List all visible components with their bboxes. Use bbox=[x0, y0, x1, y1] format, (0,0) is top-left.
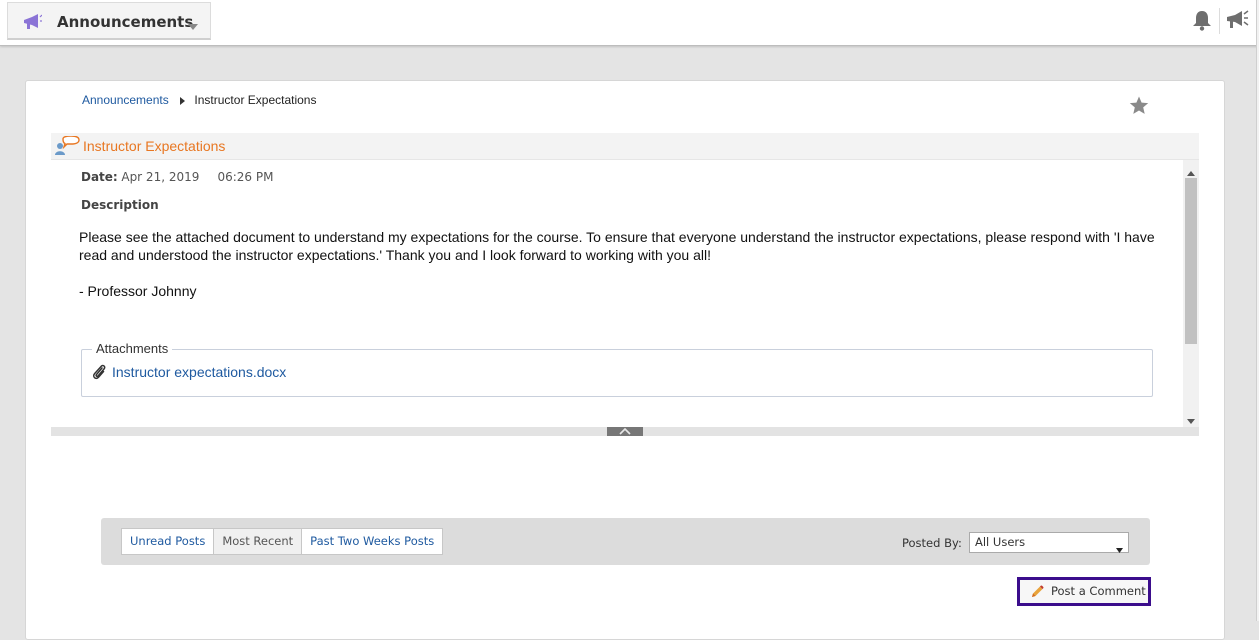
scrollbar-thumb[interactable] bbox=[1185, 178, 1197, 344]
post-title: Instructor Expectations bbox=[83, 138, 226, 154]
post-comment-button[interactable]: Post a Comment bbox=[1017, 577, 1151, 606]
scroll-down-icon[interactable] bbox=[1187, 412, 1195, 427]
breadcrumb-link-announcements[interactable]: Announcements bbox=[82, 93, 169, 107]
date-value: Apr 21, 2019 bbox=[121, 170, 200, 184]
posted-by-value: All Users bbox=[975, 535, 1026, 549]
chevron-right-icon bbox=[180, 94, 186, 108]
post-body: Date: Apr 21, 2019 06:26 PM Description … bbox=[51, 160, 1199, 428]
breadcrumb: Announcements Instructor Expectations bbox=[82, 93, 316, 108]
posted-by-label: Posted By: bbox=[902, 536, 962, 550]
signature-text: - Professor Johnny bbox=[79, 283, 197, 299]
paperclip-icon bbox=[92, 364, 106, 383]
attachment-file-link[interactable]: Instructor expectations.docx bbox=[112, 364, 286, 380]
tool-selector-dropdown[interactable]: Announcements bbox=[7, 2, 211, 40]
breadcrumb-current: Instructor Expectations bbox=[194, 93, 317, 107]
megaphone-icon bbox=[22, 13, 43, 34]
star-icon[interactable] bbox=[1129, 96, 1149, 118]
description-text: Please see the attached document to unde… bbox=[79, 229, 1155, 263]
tool-title: Announcements bbox=[57, 13, 194, 31]
post-scrollbar[interactable] bbox=[1183, 160, 1199, 428]
pencil-icon bbox=[1030, 585, 1044, 602]
filter-unread-posts[interactable]: Unread Posts bbox=[122, 529, 215, 554]
post-date: Date: Apr 21, 2019 06:26 PM bbox=[81, 169, 273, 184]
chevron-up-icon bbox=[619, 428, 631, 435]
collapse-bar bbox=[51, 427, 1199, 436]
megaphone-icon[interactable] bbox=[1225, 9, 1249, 34]
chevron-down-icon bbox=[1116, 540, 1123, 559]
post-filter-tabs: Unread Posts Most Recent Past Two Weeks … bbox=[121, 528, 444, 555]
bell-icon[interactable] bbox=[1191, 9, 1213, 34]
time-value: 06:26 PM bbox=[217, 170, 274, 184]
top-navigation-bar: Announcements bbox=[0, 0, 1259, 46]
toolbar-divider bbox=[1219, 8, 1220, 34]
post-comment-label: Post a Comment bbox=[1051, 584, 1146, 598]
attachments-box: Attachments Instructor expectations.docx bbox=[81, 341, 1153, 397]
filter-toolbar: Unread Posts Most Recent Past Two Weeks … bbox=[101, 518, 1150, 565]
content-panel: Announcements Instructor Expectations In… bbox=[25, 80, 1225, 640]
chevron-down-icon bbox=[188, 18, 198, 33]
description-label: Description bbox=[81, 198, 159, 212]
date-label: Date: bbox=[81, 170, 118, 184]
discussion-user-icon bbox=[54, 135, 80, 159]
posted-by-select[interactable]: All Users bbox=[969, 532, 1129, 553]
post-header: Instructor Expectations bbox=[51, 133, 1199, 160]
attachments-label: Attachments bbox=[92, 341, 173, 356]
filter-most-recent[interactable]: Most Recent bbox=[214, 529, 303, 554]
filter-past-two-weeks[interactable]: Past Two Weeks Posts bbox=[302, 529, 442, 554]
collapse-button[interactable] bbox=[607, 427, 643, 436]
scroll-up-icon[interactable] bbox=[1187, 164, 1195, 179]
